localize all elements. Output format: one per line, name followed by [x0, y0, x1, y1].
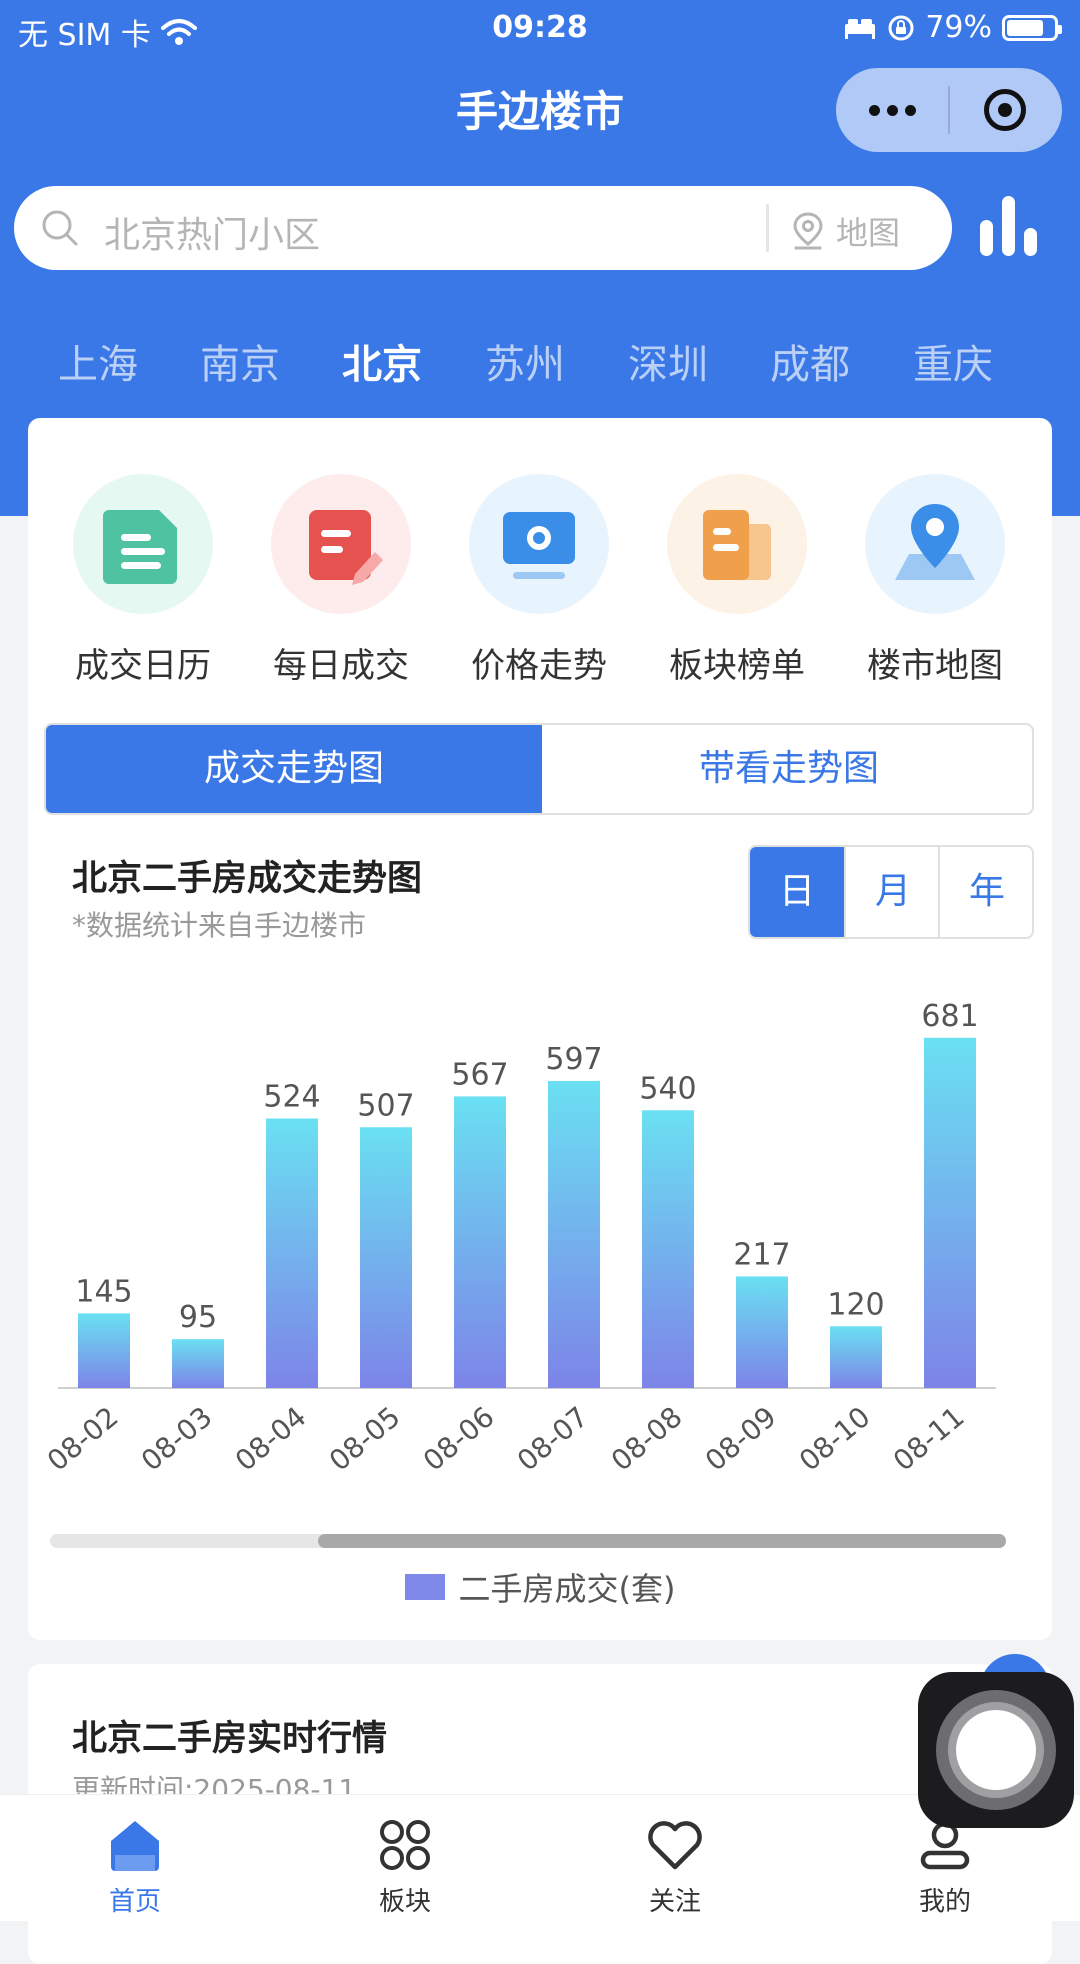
- tab-follow[interactable]: 关注: [540, 1795, 810, 1921]
- period-month-tab[interactable]: 月: [844, 847, 940, 937]
- tab-deal-trend[interactable]: 成交走势图: [46, 725, 542, 813]
- bar-value-label: 681: [921, 999, 978, 1034]
- trend-type-tabs: 成交走势图 带看走势图: [44, 723, 1034, 815]
- x-tick-label: 08-08: [605, 1400, 689, 1478]
- tab-profile-label: 我的: [918, 1887, 971, 1917]
- battery-percent: 79%: [925, 10, 992, 45]
- city-tab-shanghai[interactable]: 上海: [58, 332, 138, 390]
- building-icon: [667, 474, 807, 614]
- period-tabs: 日 月 年: [748, 845, 1034, 939]
- quick-action-label: 每日成交: [273, 646, 409, 686]
- search-icon: [42, 210, 78, 246]
- x-tick-label: 08-10: [793, 1400, 877, 1478]
- edit-note-icon: [271, 474, 411, 614]
- period-day-tab[interactable]: 日: [750, 847, 844, 937]
- chart-title: 北京二手房成交走势图: [72, 859, 423, 899]
- map-button[interactable]: 地图: [790, 208, 900, 254]
- status-bar: 无 SIM 卡 09:28 79%: [0, 0, 1080, 54]
- quick-action-daily-deals[interactable]: 每日成交: [256, 474, 426, 687]
- chart-bar[interactable]: [642, 1110, 694, 1388]
- bar-value-label: 540: [639, 1071, 696, 1106]
- bar-value-label: 507: [357, 1088, 414, 1123]
- mini-program-capsule: [836, 68, 1062, 152]
- bar-value-label: 597: [545, 1042, 602, 1077]
- search-bar[interactable]: 北京热门小区 地图: [14, 186, 952, 270]
- quick-action-label: 板块榜单: [669, 646, 805, 686]
- city-tab-shenzhen[interactable]: 深圳: [628, 332, 708, 390]
- chart-scroll-handle[interactable]: [318, 1534, 1006, 1548]
- chart-bar[interactable]: [924, 1037, 976, 1388]
- x-tick-label: 08-04: [229, 1400, 313, 1478]
- chart-bar[interactable]: [830, 1326, 882, 1388]
- chart-bar[interactable]: [736, 1276, 788, 1388]
- chart-bar[interactable]: [172, 1339, 224, 1388]
- bar-value-label: 567: [451, 1057, 508, 1092]
- x-tick-label: 08-09: [699, 1400, 783, 1478]
- search-input[interactable]: 北京热门小区: [104, 206, 320, 258]
- chart-subtitle: *数据统计来自手边楼市: [72, 909, 367, 942]
- quick-action-label: 成交日历: [75, 646, 211, 686]
- search-divider: [766, 204, 769, 252]
- battery-icon: [1002, 14, 1062, 41]
- bar-value-label: 95: [179, 1300, 217, 1335]
- main-card: 成交日历 每日成交 价格走势 板块榜单 楼市地图 成交走势图 带看走势图 北京二…: [28, 418, 1052, 1640]
- tab-follow-label: 关注: [648, 1887, 701, 1917]
- x-tick-label: 08-11: [887, 1400, 971, 1478]
- city-tab-chongqing[interactable]: 重庆: [913, 332, 993, 390]
- x-tick-label: 08-02: [41, 1400, 125, 1478]
- assistive-touch-button[interactable]: [918, 1672, 1074, 1828]
- close-mini-program-button[interactable]: [984, 89, 1026, 131]
- capsule-divider: [948, 86, 950, 134]
- bar-value-label: 120: [827, 1287, 884, 1322]
- battery-fill: [1007, 19, 1044, 36]
- tab-home[interactable]: 首页: [0, 1795, 270, 1921]
- tab-district-label: 板块: [378, 1887, 431, 1917]
- period-year-tab[interactable]: 年: [938, 847, 1032, 937]
- city-tab-beijing[interactable]: 北京: [342, 332, 422, 390]
- tab-home-label: 首页: [108, 1887, 161, 1917]
- bar-value-label: 145: [75, 1274, 132, 1309]
- rotation-lock-icon: [888, 15, 914, 40]
- legend-label: 二手房成交(套): [458, 1570, 676, 1608]
- monitor-icon: [469, 474, 609, 614]
- quick-action-housing-map[interactable]: 楼市地图: [850, 474, 1020, 687]
- home-icon: [111, 1821, 159, 1871]
- deal-trend-bar-chart: 145 08-02 95 08-03 524 08-04 507 08-05 567 08-06 5…: [41, 999, 996, 1478]
- bed-icon: [845, 18, 876, 39]
- quick-action-price-trend[interactable]: 价格走势: [454, 474, 624, 687]
- city-tabs: 上海 南京 北京 苏州 深圳 成都 重庆: [0, 332, 1080, 392]
- quick-action-district-ranking[interactable]: 板块榜单: [652, 474, 822, 687]
- statistics-icon[interactable]: [978, 194, 1042, 258]
- quick-action-deal-calendar[interactable]: 成交日历: [58, 474, 228, 687]
- tab-district[interactable]: 板块: [270, 1795, 540, 1921]
- x-tick-label: 08-03: [135, 1400, 219, 1478]
- chart-bar[interactable]: [78, 1313, 130, 1388]
- heart-icon: [648, 1821, 702, 1870]
- grid-icon: [380, 1820, 430, 1870]
- city-tab-nanjing[interactable]: 南京: [200, 332, 280, 390]
- more-options-button[interactable]: [836, 68, 948, 152]
- realtime-title: 北京二手房实时行情: [72, 1719, 388, 1759]
- quick-action-label: 价格走势: [471, 646, 607, 686]
- city-tab-suzhou[interactable]: 苏州: [485, 332, 565, 390]
- location-pin-icon: [793, 212, 823, 250]
- tab-viewing-trend[interactable]: 带看走势图: [542, 725, 1032, 813]
- document-icon: [73, 474, 213, 614]
- x-tick-label: 08-07: [511, 1400, 595, 1478]
- chart-bar[interactable]: [454, 1096, 506, 1388]
- chart-bar[interactable]: [548, 1080, 600, 1388]
- map-pin-icon: [865, 474, 1005, 614]
- chart-bar[interactable]: [266, 1118, 318, 1388]
- city-tab-chengdu[interactable]: 成都: [770, 332, 850, 390]
- bar-value-label: 524: [263, 1080, 320, 1115]
- bar-value-label: 217: [733, 1237, 790, 1272]
- x-tick-label: 08-06: [417, 1400, 501, 1478]
- x-tick-label: 08-05: [323, 1400, 407, 1478]
- map-button-label: 地图: [836, 214, 901, 252]
- chart-legend: 二手房成交(套): [28, 1564, 1052, 1610]
- bottom-tab-bar: 首页 板块 关注 我的: [0, 1794, 1080, 1921]
- legend-swatch: [404, 1574, 445, 1600]
- chart-bar[interactable]: [360, 1127, 412, 1388]
- quick-action-label: 楼市地图: [867, 646, 1003, 686]
